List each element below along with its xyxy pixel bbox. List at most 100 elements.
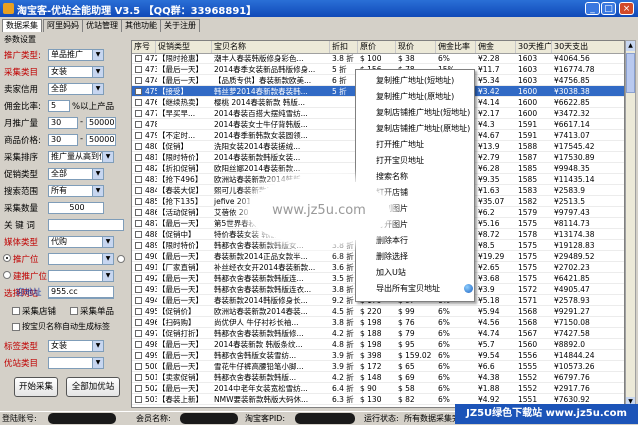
row-checkbox[interactable]: [135, 165, 142, 172]
row-checkbox[interactable]: [135, 330, 142, 337]
tab-alimama[interactable]: 阿里妈妈: [43, 19, 83, 32]
site-cat-select[interactable]: ▼: [48, 357, 104, 369]
row-checkbox[interactable]: [135, 374, 142, 381]
row-checkbox[interactable]: [135, 253, 142, 260]
start-collect-button[interactable]: 开始采集: [14, 377, 58, 397]
col-index[interactable]: 序号: [132, 41, 156, 53]
seller-credit-select[interactable]: 全部 ▼: [48, 83, 104, 95]
monthly-promo-max-input[interactable]: 50000: [86, 117, 116, 129]
row-checkbox[interactable]: [135, 396, 142, 403]
join-all-button[interactable]: 全部加优站: [66, 377, 120, 397]
category-select[interactable]: 女装 ▼: [48, 66, 104, 78]
promo-pos-select[interactable]: ▼: [48, 253, 114, 265]
row-checkbox[interactable]: [135, 352, 142, 359]
context-menu-item[interactable]: 删除选择: [356, 249, 474, 264]
domain-input[interactable]: 955.cc: [48, 286, 114, 298]
build-pos-radio[interactable]: [3, 271, 11, 279]
context-menu-item[interactable]: 复制推广地址(原地址): [356, 89, 474, 104]
col-discount[interactable]: 折扣: [330, 41, 358, 53]
grid-vertical-scrollbar[interactable]: ▲ ▼: [625, 40, 636, 408]
row-checkbox[interactable]: [135, 121, 142, 128]
auto-tag-checkbox[interactable]: [12, 323, 20, 331]
table-row[interactable]: 495【促销价】 欧洲站春装新款2014春装... 4.5 折 $ 220 $ 99 6%…: [132, 306, 624, 317]
context-menu-item[interactable]: 加入U站: [356, 265, 474, 280]
media-select[interactable]: 代购 ▼: [48, 236, 114, 248]
row-checkbox[interactable]: [135, 341, 142, 348]
context-menu-item[interactable]: 打开推广地址: [356, 137, 474, 152]
col-current-price[interactable]: 现价: [396, 41, 436, 53]
context-menu-item[interactable]: 打开宝贝地址: [356, 153, 474, 168]
price-min-input[interactable]: 30: [48, 134, 78, 146]
col-commission-rate[interactable]: 佣金比率: [436, 41, 476, 53]
context-menu-item[interactable]: 复制店铺推广地址(短地址): [356, 105, 474, 120]
row-checkbox[interactable]: [135, 198, 142, 205]
maximize-button[interactable]: □: [601, 2, 616, 15]
scroll-up-icon[interactable]: ▲: [626, 41, 635, 51]
sort-select[interactable]: 推广量从高到低 ▼: [48, 151, 114, 163]
row-checkbox[interactable]: [135, 231, 142, 238]
row-checkbox[interactable]: [135, 363, 142, 370]
context-menu-item[interactable]: 搜索名称: [356, 169, 474, 184]
row-checkbox[interactable]: [135, 209, 142, 216]
table-row[interactable]: 472【限时抢惠】 潮丰人春装韩版修身彩色... 3.8 折 $ 100 $ 38 6% ¥…: [132, 53, 624, 64]
row-checkbox[interactable]: [135, 88, 142, 95]
context-menu-item[interactable]: 导出所有宝贝地址: [356, 281, 474, 296]
promo-type-select[interactable]: 单品推广 ▼: [48, 49, 104, 61]
col-promo-type[interactable]: 促销类型: [156, 41, 212, 53]
promo-pos-side-radio[interactable]: [117, 255, 125, 263]
table-row[interactable]: 497【促销打折】 韩都衣舍春装新款韩版修... 4.2 折 $ 188 $ 79 6% ¥…: [132, 328, 624, 339]
row-checkbox[interactable]: [135, 66, 142, 73]
promo-pos-radio[interactable]: [3, 254, 11, 262]
row-checkbox[interactable]: [135, 55, 142, 62]
monthly-promo-min-input[interactable]: 30: [48, 117, 78, 129]
col-30day-spend[interactable]: 30天支出: [552, 41, 624, 53]
promo-filter-select[interactable]: 全部 ▼: [48, 168, 104, 180]
row-checkbox[interactable]: [135, 220, 142, 227]
keyword-input[interactable]: [48, 219, 124, 231]
row-checkbox[interactable]: [135, 176, 142, 183]
row-checkbox[interactable]: [135, 308, 142, 315]
row-checkbox[interactable]: [135, 110, 142, 117]
scroll-thumb[interactable]: [626, 53, 635, 93]
row-checkbox[interactable]: [135, 132, 142, 139]
tag-type-select[interactable]: 女装 ▼: [48, 340, 104, 352]
collect-count-input[interactable]: 500: [48, 202, 104, 214]
col-30day-promo[interactable]: 30天推广: [516, 41, 552, 53]
col-product-name[interactable]: 宝贝名称: [212, 41, 330, 53]
tab-site-manage[interactable]: 优站管理: [82, 19, 122, 32]
row-checkbox[interactable]: [135, 242, 142, 249]
col-original-price[interactable]: 原价: [358, 41, 396, 53]
table-row[interactable]: 496【扫码购】 尚优伊人 牛仔衬衫长袖... 3.8 折 $ 198 $ 76 6% ¥4…: [132, 317, 624, 328]
collect-store-checkbox[interactable]: [12, 307, 20, 315]
col-commission[interactable]: 佣金: [476, 41, 516, 53]
tab-data-collect[interactable]: 数据采集: [2, 19, 42, 32]
context-menu-item[interactable]: 复制推广地址(短地址): [356, 73, 474, 88]
row-checkbox[interactable]: [135, 385, 142, 392]
table-row[interactable]: 502【最后一天】 2014中老年女装宽松雪纺... 6.4 折 $ 90 $ 58 6%…: [132, 383, 624, 394]
table-row[interactable]: 500【最后一天】 雪花牛仔裤高腰铅笔小脚... 3.9 折 $ 172 $ 65 6% ¥…: [132, 361, 624, 372]
collect-single-checkbox[interactable]: [70, 307, 78, 315]
context-menu-item[interactable]: 复制店铺推广地址(原地址): [356, 121, 474, 136]
row-checkbox[interactable]: [135, 319, 142, 326]
tab-about-register[interactable]: 关于注册: [160, 19, 200, 32]
close-button[interactable]: ×: [619, 2, 634, 15]
row-checkbox[interactable]: [135, 297, 142, 304]
table-row[interactable]: 498【最后一天】 2014春装新款 韩版条纹... 4.8 折 $ 198 $ 95 6…: [132, 339, 624, 350]
price-max-input[interactable]: 50000: [86, 134, 116, 146]
search-scope-select[interactable]: 所有 ▼: [48, 185, 104, 197]
commission-input[interactable]: 5: [48, 100, 70, 112]
row-checkbox[interactable]: [135, 275, 142, 282]
row-checkbox[interactable]: [135, 77, 142, 84]
tab-other-functions[interactable]: 其他功能: [121, 19, 161, 32]
context-menu-item[interactable]: 删除本行: [356, 233, 474, 248]
table-row[interactable]: 499【最后一天】 韩都衣舍韩版女装雪纺... 3.9 折 $ 398 $ 159.02…: [132, 350, 624, 361]
build-pos-select[interactable]: ▼: [48, 270, 114, 282]
row-checkbox[interactable]: [135, 264, 142, 271]
row-checkbox[interactable]: [135, 286, 142, 293]
row-checkbox[interactable]: [135, 187, 142, 194]
row-checkbox[interactable]: [135, 143, 142, 150]
minimize-button[interactable]: _: [585, 2, 600, 15]
table-row[interactable]: 501【卖家促销】 韩都衣舍春装新款韩版... 4.2 折 $ 148 $ 69 6% ¥4…: [132, 372, 624, 383]
row-checkbox[interactable]: [135, 154, 142, 161]
row-checkbox[interactable]: [135, 99, 142, 106]
